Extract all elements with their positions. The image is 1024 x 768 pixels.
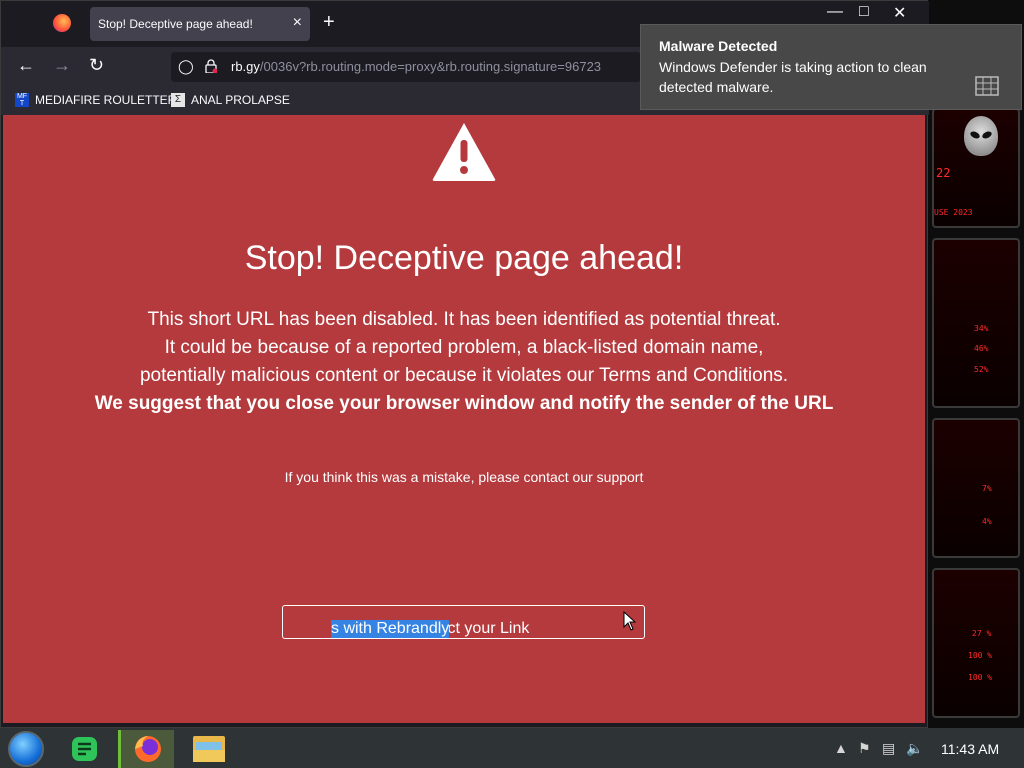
desktop-stat: 4% — [982, 517, 992, 526]
defender-icon — [975, 76, 999, 96]
desktop-stat: 100 % — [968, 651, 993, 660]
desktop-stat: 7% — [982, 484, 992, 493]
selected-text: s with Rebrandly — [331, 620, 450, 638]
mouse-cursor-icon — [623, 611, 637, 631]
bookmark-item[interactable]: Σ ANAL PROLAPSE — [171, 93, 290, 107]
lock-warning-icon[interactable] — [205, 59, 217, 73]
url-path: /0036v?rb.routing.mode=proxy&rb.routing.… — [259, 59, 602, 74]
tray-expand-icon[interactable]: ▲ — [834, 740, 848, 756]
url-text: rb.gy/0036v?rb.routing.mode=proxy&rb.rou… — [231, 59, 601, 74]
shield-icon[interactable]: ◯ — [178, 58, 194, 75]
folder-icon — [193, 736, 225, 762]
maximize-icon[interactable]: □ — [859, 3, 869, 21]
url-bar[interactable]: ◯ rb.gy/0036v?rb.routing.mode=proxy&rb.r… — [171, 52, 641, 82]
taskbar-app-files[interactable] — [182, 730, 238, 768]
support-link[interactable]: If you think this was a mistake, please … — [3, 469, 925, 485]
warning-advice: We suggest that you close your browser w… — [94, 393, 834, 414]
rebrandly-button[interactable]: Brand and Protect your Links with Rebran… — [282, 605, 645, 639]
page-title: Stop! Deceptive page ahead! — [244, 239, 684, 277]
malware-notification[interactable]: Malware Detected Windows Defender is tak… — [640, 24, 1022, 110]
taskbar-app-firefox[interactable] — [118, 730, 174, 768]
taskbar-app-notes[interactable] — [62, 730, 118, 768]
network-icon[interactable]: ▤ — [882, 740, 895, 757]
back-arrow-icon[interactable]: ← — [17, 55, 35, 76]
warning-message: This short URL has been disabled. It has… — [147, 309, 781, 330]
close-window-icon[interactable]: ✕ — [893, 3, 906, 23]
bookmark-item[interactable]: MF T MEDIAFIRE ROULETTER — [15, 93, 176, 107]
notes-icon — [72, 737, 97, 761]
warning-message: It could be because of a reported proble… — [164, 337, 764, 358]
minimize-icon[interactable]: — — [827, 3, 843, 21]
notification-title: Malware Detected — [659, 38, 778, 54]
desktop-widget-panel — [932, 568, 1020, 718]
notification-body: Windows Defender is taking action to cle… — [659, 59, 927, 95]
warning-message: potentially malicious content or because… — [139, 365, 789, 386]
sigma-icon: Σ — [171, 93, 185, 107]
new-tab-button[interactable]: + — [323, 11, 335, 34]
firefox-icon — [135, 736, 161, 762]
firefox-icon — [53, 14, 71, 32]
bookmark-label: MEDIAFIRE ROULETTER — [35, 93, 177, 107]
alien-logo-icon — [964, 116, 998, 156]
warning-page: Stop! Deceptive page ahead! This short U… — [3, 115, 925, 723]
desktop-stat: 46% — [974, 344, 989, 353]
tab-active[interactable]: Stop! Deceptive page ahead! × — [90, 7, 310, 41]
mediafire-icon: MF T — [15, 93, 29, 107]
desktop-stat: 34% — [974, 324, 989, 333]
forward-arrow-icon[interactable]: → — [53, 55, 71, 76]
taskbar: ▲ ⚑ ▤ 🔈 11:43 AM — [0, 728, 1024, 768]
flag-icon[interactable]: ⚑ — [858, 740, 871, 757]
desktop-stat: 100 % — [968, 673, 993, 682]
desktop-stat: 52% — [974, 365, 989, 374]
warning-triangle-icon — [432, 123, 496, 181]
start-button[interactable] — [8, 731, 44, 767]
desktop-stat: USE 2023 — [934, 208, 973, 217]
bookmark-label: ANAL PROLAPSE — [191, 93, 290, 107]
close-tab-icon[interactable]: × — [293, 14, 302, 32]
tab-title: Stop! Deceptive page ahead! — [98, 17, 253, 31]
desktop-widget-panel — [932, 238, 1020, 408]
desktop-widget-panel — [932, 418, 1020, 558]
reload-icon[interactable]: ↻ — [89, 55, 104, 76]
url-host: rb.gy — [231, 59, 260, 74]
clock[interactable]: 11:43 AM — [941, 741, 999, 757]
desktop-stat: 22 — [936, 166, 951, 180]
desktop-stat: 27 % — [972, 629, 992, 638]
volume-icon[interactable]: 🔈 — [906, 740, 923, 757]
